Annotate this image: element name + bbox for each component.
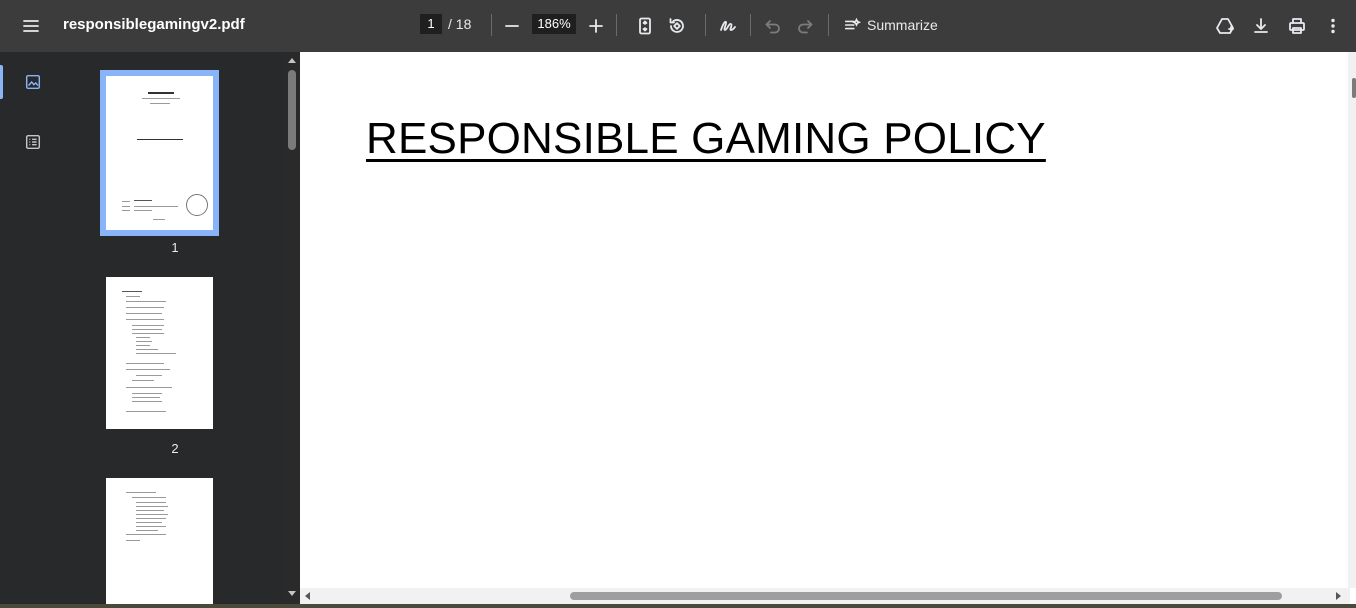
list-icon: [25, 134, 41, 150]
scrollbar-thumb[interactable]: [1352, 78, 1356, 98]
redo-icon[interactable]: [789, 10, 821, 42]
thumbnail-panel: 1 2: [66, 52, 284, 608]
scroll-left-arrow[interactable]: [305, 592, 310, 600]
menu-icon[interactable]: [15, 10, 47, 42]
toolbar-divider: [705, 14, 706, 36]
bottom-edge: [0, 604, 1356, 608]
active-indicator: [0, 65, 3, 99]
page-thumbnail[interactable]: [106, 478, 213, 608]
document-horizontal-scrollbar[interactable]: [300, 588, 1350, 604]
scroll-up-arrow[interactable]: [288, 58, 296, 63]
thumbnail-page-number: 2: [171, 441, 179, 456]
stamp-seal: [186, 194, 208, 216]
sidebar-rail: [0, 52, 66, 608]
page-thumbnail[interactable]: [106, 277, 213, 429]
document-viewer[interactable]: RESPONSIBLE GAMING POLICY: [300, 52, 1356, 604]
file-name: responsiblegamingv2.pdf: [63, 16, 245, 33]
page-total: / 18: [448, 16, 472, 32]
page-number-input[interactable]: 1: [420, 14, 442, 34]
thumbnail-scrollbar[interactable]: [284, 52, 300, 604]
scrollbar-thumb[interactable]: [570, 592, 1282, 600]
toolbar-divider: [491, 14, 492, 36]
toolbar-divider: [750, 14, 751, 36]
scroll-down-arrow[interactable]: [288, 591, 296, 596]
rotate-icon[interactable]: [661, 10, 693, 42]
print-icon[interactable]: [1281, 10, 1313, 42]
scroll-right-arrow[interactable]: [1336, 592, 1341, 600]
zoom-in-icon[interactable]: [580, 10, 612, 42]
document-vertical-scrollbar[interactable]: [1348, 52, 1356, 588]
summarize-icon: [844, 17, 861, 30]
summarize-button[interactable]: Summarize: [843, 12, 938, 38]
draw-icon[interactable]: [712, 10, 744, 42]
thumbnail-page-number: 1: [171, 240, 179, 255]
pdf-toolbar: responsiblegamingv2.pdf 1 / 18 186% Summ…: [0, 0, 1356, 52]
scrollbar-thumb[interactable]: [288, 70, 296, 150]
drive-icon[interactable]: [1209, 10, 1241, 42]
fit-page-icon[interactable]: [629, 10, 661, 42]
download-icon[interactable]: [1245, 10, 1277, 42]
zoom-out-icon[interactable]: [496, 10, 528, 42]
more-icon[interactable]: [1317, 10, 1349, 42]
undo-icon[interactable]: [757, 10, 789, 42]
summarize-label: Summarize: [867, 17, 938, 33]
image-icon: [25, 74, 41, 90]
outline-tab[interactable]: [16, 125, 50, 159]
thumbnails-tab[interactable]: [16, 65, 50, 99]
toolbar-divider: [828, 14, 829, 36]
document-heading: RESPONSIBLE GAMING POLICY: [366, 114, 1046, 163]
page-thumbnail[interactable]: [100, 70, 219, 236]
toolbar-divider: [616, 14, 617, 36]
zoom-level-input[interactable]: 186%: [532, 14, 576, 34]
